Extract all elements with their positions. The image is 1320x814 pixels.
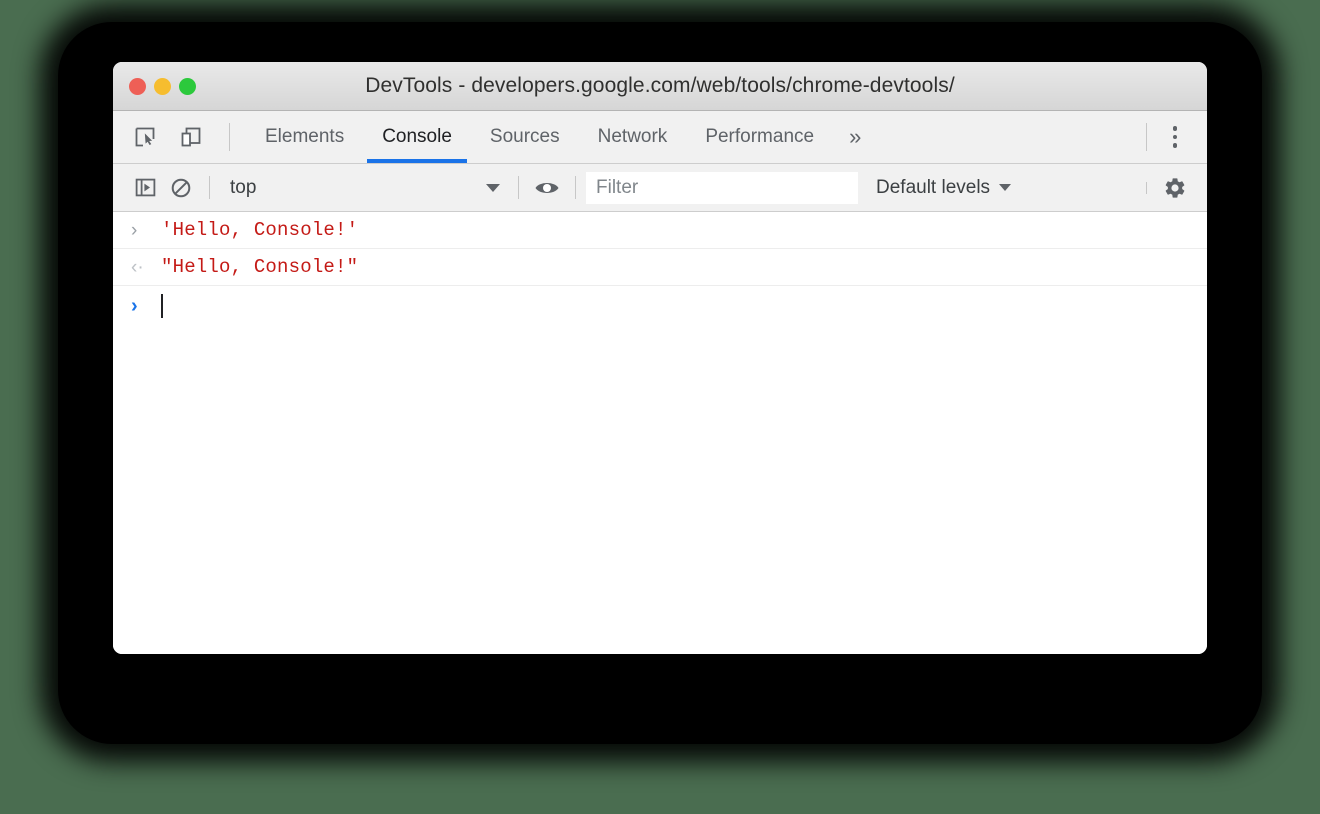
traffic-lights xyxy=(113,77,196,95)
tab-console[interactable]: Console xyxy=(363,111,471,163)
prompt-chevron-icon: › xyxy=(131,295,138,317)
minimize-window-button[interactable] xyxy=(154,77,171,95)
chevron-down-icon xyxy=(999,184,1012,191)
close-window-button[interactable] xyxy=(129,77,146,95)
console-output-text: "Hello, Console!" xyxy=(161,256,359,278)
inspect-element-icon xyxy=(135,127,155,147)
console-sidebar-toggle-button[interactable] xyxy=(127,170,163,206)
tab-network[interactable]: Network xyxy=(579,111,687,163)
console-message-list: › 'Hello, Console!' ‹· "Hello, Console!"… xyxy=(113,212,1207,654)
inspect-element-button[interactable] xyxy=(127,119,163,155)
output-arrow-icon: ‹· xyxy=(131,256,144,278)
filter-input[interactable] xyxy=(586,171,858,204)
execution-context-value: top xyxy=(230,176,257,198)
settings-gear-icon xyxy=(1165,177,1185,198)
console-toolbar: top Default levels xyxy=(113,164,1207,212)
kebab-menu-icon[interactable] xyxy=(1157,119,1193,155)
tab-performance[interactable]: Performance xyxy=(686,111,833,163)
toolbar-divider-1 xyxy=(209,176,210,199)
clear-console-button[interactable] xyxy=(163,170,199,206)
console-prompt[interactable]: › xyxy=(113,286,1207,326)
log-levels-label: Default levels xyxy=(876,176,991,198)
tab-elements[interactable]: Elements xyxy=(246,111,363,163)
panel-tabs: Elements Console Sources Network Perform… xyxy=(246,111,877,163)
tab-overflow-button[interactable]: » xyxy=(833,111,877,163)
devtools-window: DevTools - developers.google.com/web/too… xyxy=(113,62,1207,654)
tabbar-divider xyxy=(229,123,230,151)
toolbar-divider-4 xyxy=(1146,181,1147,194)
log-levels-dropdown[interactable]: Default levels xyxy=(876,176,1012,199)
execution-context-dropdown[interactable]: top xyxy=(220,173,508,203)
devtools-tabbar: Elements Console Sources Network Perform… xyxy=(113,111,1207,164)
live-expression-button[interactable] xyxy=(529,170,565,206)
tabbar-tools xyxy=(113,111,240,163)
window-titlebar: DevTools - developers.google.com/web/too… xyxy=(113,62,1207,111)
toolbar-right-group xyxy=(1136,170,1193,206)
console-input-text: 'Hello, Console!' xyxy=(161,219,359,241)
device-toolbar-button[interactable] xyxy=(173,119,209,155)
chevron-down-icon xyxy=(486,183,500,192)
live-expression-eye-icon xyxy=(535,182,559,193)
tabbar-right-divider xyxy=(1146,123,1147,151)
text-cursor xyxy=(161,294,163,318)
input-chevron-icon: › xyxy=(131,219,138,241)
tab-sources[interactable]: Sources xyxy=(471,111,579,163)
clear-console-icon xyxy=(171,178,191,197)
toolbar-divider-2 xyxy=(518,176,519,199)
page-root: DevTools - developers.google.com/web/too… xyxy=(0,0,1320,814)
tabbar-right-group xyxy=(1136,111,1207,163)
console-row-input[interactable]: › 'Hello, Console!' xyxy=(113,212,1207,249)
toolbar-divider-3 xyxy=(575,176,576,199)
settings-button[interactable] xyxy=(1157,170,1193,206)
maximize-window-button[interactable] xyxy=(179,77,196,95)
console-sidebar-toggle-icon xyxy=(135,178,155,197)
window-title: DevTools - developers.google.com/web/too… xyxy=(365,74,955,97)
console-row-output[interactable]: ‹· "Hello, Console!" xyxy=(113,249,1207,286)
device-toolbar-icon xyxy=(181,127,201,147)
